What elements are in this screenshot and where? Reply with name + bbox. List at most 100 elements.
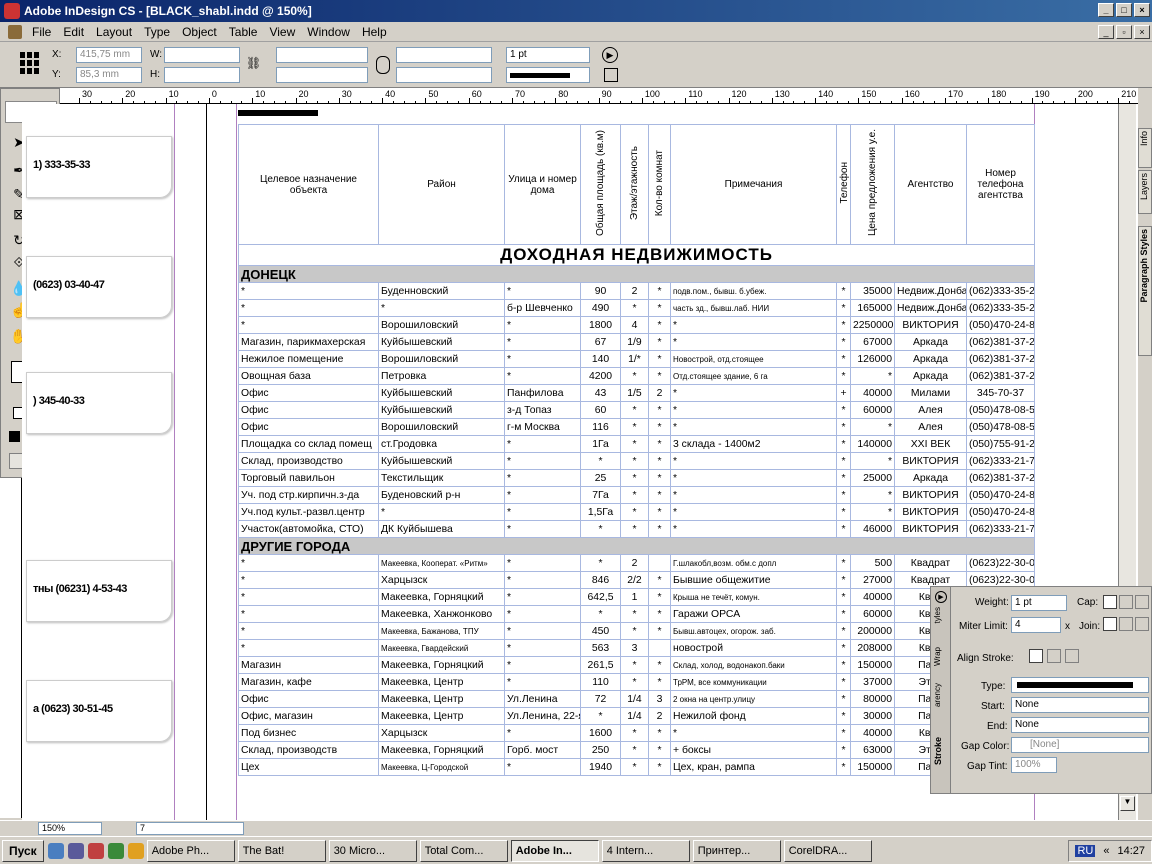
- link-icon[interactable]: [376, 56, 390, 74]
- table-row[interactable]: Офис Куйбышевский Панфилова 43 1/5 2 * +40000 Ми…: [238, 384, 1035, 402]
- table-row[interactable]: Офис Макеевка, Центр Ул.Ленина 72 1/4 3 2 окна…: [238, 690, 1035, 708]
- quicklaunch-icon[interactable]: [107, 842, 124, 859]
- table-row[interactable]: * Макеевка, Кооперат. «Ритм» * * 2 Г.шлакобл,…: [238, 554, 1035, 572]
- tab-transparency[interactable]: arency: [933, 683, 942, 707]
- tab-info[interactable]: Info: [1138, 128, 1152, 168]
- quicklaunch-icon[interactable]: [87, 842, 104, 859]
- table-row[interactable]: Площадка со склад помещ ст.Гродовка * 1Га * *…: [238, 435, 1035, 453]
- taskbar-button[interactable]: 30 Micro...: [328, 839, 417, 862]
- quicklaunch-icon[interactable]: [47, 842, 64, 859]
- vertical-ruler[interactable]: [0, 478, 22, 818]
- align-outside-icon[interactable]: [1065, 649, 1079, 663]
- miter-limit-field[interactable]: 4: [1011, 617, 1061, 633]
- menu-object[interactable]: Object: [176, 25, 223, 39]
- tab-paragraph-styles[interactable]: Paragraph Styles: [1138, 226, 1152, 356]
- taskbar-button[interactable]: 4 Intern...: [601, 839, 690, 862]
- quicklaunch-icon[interactable]: [127, 842, 144, 859]
- join-miter-icon[interactable]: [1103, 617, 1117, 631]
- table-row[interactable]: Склад, производство Куйбышевский * * * * * * * ВИ…: [238, 452, 1035, 470]
- table-row[interactable]: Овощная база Петровка * 4200 * * Отд.стоящее з…: [238, 367, 1035, 385]
- taskbar-button[interactable]: Принтер...: [692, 839, 781, 862]
- table-row[interactable]: * Макеевка, Гвардейский * 563 3 новострой * 208…: [238, 639, 1035, 657]
- listing-card[interactable]: ) 345-40-33: [26, 372, 172, 434]
- reference-point-icon[interactable]: [20, 52, 42, 74]
- y-field[interactable]: 85,3 mm: [76, 67, 142, 83]
- taskbar-button[interactable]: Adobe In...: [510, 839, 599, 862]
- scroll-down-button[interactable]: ▼: [1120, 796, 1135, 811]
- menu-type[interactable]: Type: [138, 25, 176, 39]
- listing-card[interactable]: тны (06231) 4-53-43: [26, 560, 172, 622]
- doc-restore-button[interactable]: ▫: [1116, 25, 1132, 39]
- cap-round-icon[interactable]: [1119, 595, 1133, 609]
- table-row[interactable]: * Буденновский * 90 2 * подв.пом., бывш. б.убе…: [238, 282, 1035, 300]
- end-select[interactable]: None: [1011, 717, 1149, 733]
- zoom-select[interactable]: 150%: [38, 822, 102, 835]
- x-field[interactable]: 415,75 mm: [76, 47, 142, 63]
- tab-layers[interactable]: Layers: [1138, 170, 1152, 214]
- horizontal-ruler[interactable]: 30 20 10 0 10 20 30 40 50 60 70 80 90 100 110 120 130 140…: [60, 88, 1138, 104]
- apply-color-icon[interactable]: [9, 431, 20, 442]
- constrain-proportions-icon[interactable]: ⛓: [246, 56, 261, 72]
- table-row[interactable]: Цех Макеевка, Ц-Городской * 1940 * * Цех, кран…: [238, 758, 1035, 776]
- table-row[interactable]: Офис Куйбышевский з-д Топаз 60 * * * * 60000 Алея…: [238, 401, 1035, 419]
- palette-options-icon[interactable]: [604, 68, 618, 82]
- table-row[interactable]: Под бизнесХарцызск*1600****40000Квад: [238, 724, 1035, 742]
- table-row[interactable]: Офис, магазин Макеевка, Центр Ул.Ленина, 2…: [238, 707, 1035, 725]
- table-row[interactable]: Магазин, парикмахерская Куйбышевский * 67 1/…: [238, 333, 1035, 351]
- table-row[interactable]: Участок(автомойка, СТО) ДК Куйбышева * * * * *…: [238, 520, 1035, 538]
- table-row[interactable]: * Макеевка, Горняцкий * 642,5 1 * Крыша не теч…: [238, 588, 1035, 606]
- tab-styles[interactable]: tyles: [933, 607, 942, 623]
- w-field[interactable]: [164, 47, 240, 63]
- listing-card[interactable]: а (0623) 30-51-45: [26, 680, 172, 742]
- type-select[interactable]: [1011, 677, 1149, 693]
- table-row[interactable]: Уч.под культ.-развл.центр * * 1,5Га * * * * * ВИК…: [238, 503, 1035, 521]
- start-select[interactable]: None: [1011, 697, 1149, 713]
- table-row[interactable]: * Макеевка, Ханжонково * * * * Гаражи ОРСА * 600…: [238, 605, 1035, 623]
- listing-card[interactable]: 1) 333-35-33: [26, 136, 172, 198]
- menu-file[interactable]: File: [26, 25, 57, 39]
- menu-window[interactable]: Window: [301, 25, 356, 39]
- quicklaunch-icon[interactable]: [67, 842, 84, 859]
- join-round-icon[interactable]: [1119, 617, 1133, 631]
- table-row[interactable]: Склад, производств Макеевка, Горняцкий Гор…: [238, 741, 1035, 759]
- shear-field[interactable]: [396, 67, 492, 83]
- table-row[interactable]: Нежилое помещение Ворошиловский * 140 1/* * Но…: [238, 350, 1035, 368]
- gap-tint-field[interactable]: 100%: [1011, 757, 1057, 773]
- stroke-type-select[interactable]: [506, 67, 590, 83]
- start-button[interactable]: Пуск: [2, 839, 44, 862]
- maximize-button[interactable]: □: [1116, 3, 1132, 17]
- scale-x-field[interactable]: [276, 47, 368, 63]
- close-button[interactable]: ×: [1134, 3, 1150, 17]
- rotation-field[interactable]: [396, 47, 492, 63]
- menu-table[interactable]: Table: [223, 25, 264, 39]
- document-icon[interactable]: [8, 24, 22, 39]
- align-center-icon[interactable]: [1029, 649, 1043, 663]
- weight-field[interactable]: 1 pt: [1011, 595, 1067, 611]
- listing-table-frame[interactable]: Целевое назначение объекта Район Улица и…: [238, 124, 1035, 776]
- listing-card[interactable]: (0623) 03-40-47: [26, 256, 172, 318]
- doc-close-button[interactable]: ×: [1134, 25, 1150, 39]
- table-row[interactable]: * Харцызск * 846 2/2 * Бывшие общежитие * 27000 К…: [238, 571, 1035, 589]
- page-select[interactable]: 7: [136, 822, 244, 835]
- table-row[interactable]: Уч. под стр.кирпичн.з-да Буденовский р-н *…: [238, 486, 1035, 504]
- minimize-button[interactable]: _: [1098, 3, 1114, 17]
- table-row[interactable]: * Макеевка, Бажанова, ТПУ * 450 * * Бывш.автоц…: [238, 622, 1035, 640]
- indesign-app-icon[interactable]: [4, 3, 20, 19]
- tray-expand-icon[interactable]: «: [1103, 845, 1109, 857]
- table-row[interactable]: Магазин, кафе Макеевка, Центр * 110 * * ТрРМ, …: [238, 673, 1035, 691]
- listing-table[interactable]: Целевое назначение объекта Район Улица и…: [238, 124, 1035, 776]
- h-field[interactable]: [164, 67, 240, 83]
- menu-edit[interactable]: Edit: [57, 25, 90, 39]
- menu-help[interactable]: Help: [356, 25, 393, 39]
- language-indicator[interactable]: RU: [1075, 845, 1096, 857]
- table-row[interactable]: Торговый павильон Текстильщик * 25 * * * * 25000…: [238, 469, 1035, 487]
- doc-minimize-button[interactable]: _: [1098, 25, 1114, 39]
- panel-menu-icon[interactable]: ▶: [935, 591, 947, 603]
- table-row[interactable]: * * б-р Шевченко 490 * * часть зд., бывш.лаб. …: [238, 299, 1035, 317]
- align-inside-icon[interactable]: [1047, 649, 1061, 663]
- tab-stroke[interactable]: Stroke: [933, 737, 943, 765]
- menu-layout[interactable]: Layout: [90, 25, 138, 39]
- palette-menu-icon[interactable]: ▶: [602, 47, 618, 63]
- table-row[interactable]: Магазин Макеевка, Горняцкий * 261,5 * * Склад,…: [238, 656, 1035, 674]
- taskbar-button[interactable]: Total Com...: [419, 839, 508, 862]
